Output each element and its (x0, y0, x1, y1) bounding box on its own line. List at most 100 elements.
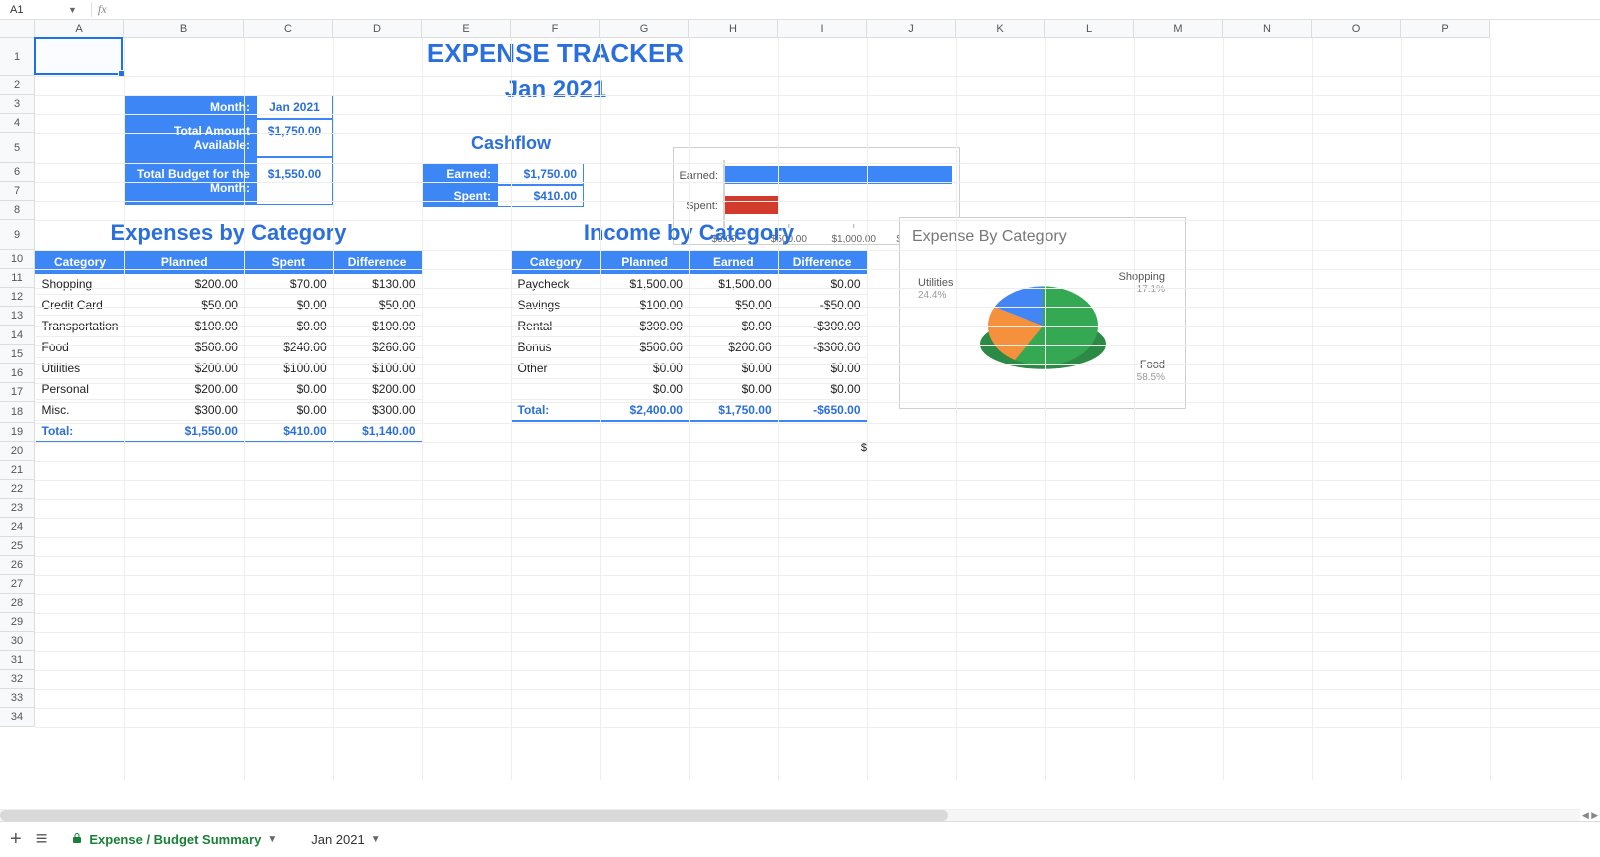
row-header-23[interactable]: 23 (0, 499, 35, 518)
row-header-12[interactable]: 12 (0, 288, 35, 307)
col-header-M[interactable]: M (1134, 20, 1223, 38)
col-header-O[interactable]: O (1312, 20, 1401, 38)
all-sheets-button[interactable]: ≡ (36, 828, 48, 851)
col-header-E[interactable]: E (422, 20, 511, 38)
row-header-20[interactable]: 20 (0, 442, 35, 461)
row-header-17[interactable]: 17 (0, 383, 35, 402)
row-header-34[interactable]: 34 (0, 708, 35, 727)
name-box-dropdown-icon[interactable]: ▼ (68, 5, 77, 15)
row-header-6[interactable]: 6 (0, 163, 35, 182)
table-row[interactable]: Shopping$200.00$70.00$130.00 (36, 274, 422, 295)
col-header-B[interactable]: B (124, 20, 244, 38)
sheet-subtitle: Jan 2021 (244, 76, 867, 95)
row-header-8[interactable]: 8 (0, 201, 35, 220)
summary-avail-value[interactable]: $1,750.00 (256, 119, 333, 157)
col-header-J[interactable]: J (867, 20, 956, 38)
row-header-2[interactable]: 2 (0, 76, 35, 95)
row-header-7[interactable]: 7 (0, 182, 35, 201)
sheet-tab-summary-label: Expense / Budget Summary (89, 832, 261, 847)
chevron-down-icon[interactable]: ▼ (267, 834, 277, 845)
summary-box: Month:Jan 2021 Total Amount Available:$1… (124, 95, 333, 205)
row-header-21[interactable]: 21 (0, 461, 35, 480)
row-header-31[interactable]: 31 (0, 651, 35, 670)
row-header-19[interactable]: 19 (0, 423, 35, 442)
row-header-27[interactable]: 27 (0, 575, 35, 594)
row-header-29[interactable]: 29 (0, 613, 35, 632)
name-box[interactable]: A1 (4, 4, 60, 16)
row-headers[interactable]: 1234567891011121314151617181920212223242… (0, 38, 35, 727)
svg-text:Food: Food (1140, 359, 1165, 371)
row-header-1[interactable]: 1 (0, 38, 35, 76)
cells-area[interactable]: EXPENSE TRACKER Jan 2021 Month:Jan 2021 … (35, 38, 1600, 780)
table-row[interactable]: Food$500.00$240.00$260.00 (36, 337, 422, 358)
row-header-25[interactable]: 25 (0, 537, 35, 556)
col-header: Category (512, 251, 601, 274)
expense-pie-chart[interactable]: Expense By Category Shopping17.1%Food58.… (899, 217, 1186, 409)
row-header-33[interactable]: 33 (0, 689, 35, 708)
col-header-F[interactable]: F (511, 20, 600, 38)
expenses-table[interactable]: CategoryPlannedSpentDifferenceShopping$2… (35, 250, 422, 443)
select-all-corner[interactable] (0, 20, 35, 38)
col-header-G[interactable]: G (600, 20, 689, 38)
row-header-32[interactable]: 32 (0, 670, 35, 689)
col-header-K[interactable]: K (956, 20, 1045, 38)
row-header-18[interactable]: 18 (0, 402, 35, 423)
add-sheet-button[interactable]: + (10, 828, 22, 851)
col-header-A[interactable]: A (35, 20, 124, 38)
col-header: Earned (689, 251, 778, 274)
col-header: Planned (600, 251, 689, 274)
col-header: Difference (333, 251, 422, 274)
sheet-tab-bar: + ≡ Expense / Budget Summary ▼ Jan 2021 … (0, 821, 1600, 857)
summary-budget-value[interactable]: $1,550.00 (256, 157, 333, 205)
row-header-26[interactable]: 26 (0, 556, 35, 575)
svg-text:Shopping: Shopping (1119, 271, 1166, 283)
row-header-5[interactable]: 5 (0, 133, 35, 163)
col-header-L[interactable]: L (1045, 20, 1134, 38)
scrollbar-thumb[interactable] (0, 810, 948, 821)
scroll-arrows[interactable]: ◀ ▶ (1580, 809, 1600, 821)
col-header-H[interactable]: H (689, 20, 778, 38)
row-header-22[interactable]: 22 (0, 480, 35, 499)
svg-text:58.5%: 58.5% (1137, 372, 1165, 383)
summary-month-value[interactable]: Jan 2021 (256, 95, 333, 119)
table-row[interactable]: Credit Card$50.00$0.00$50.00 (36, 295, 422, 316)
col-header-I[interactable]: I (778, 20, 867, 38)
col-header-C[interactable]: C (244, 20, 333, 38)
sheet-tab-summary[interactable]: Expense / Budget Summary ▼ (61, 826, 287, 853)
formula-input[interactable] (121, 0, 1596, 19)
sheet-title: EXPENSE TRACKER (244, 38, 867, 76)
summary-month-label: Month: (124, 95, 256, 119)
sheet-tab-jan2021-label: Jan 2021 (311, 832, 365, 847)
col-header: Category (36, 251, 125, 274)
row-header-11[interactable]: 11 (0, 269, 35, 288)
row-header-30[interactable]: 30 (0, 632, 35, 651)
row-header-16[interactable]: 16 (0, 364, 35, 383)
row-header-13[interactable]: 13 (0, 307, 35, 326)
row-header-4[interactable]: 4 (0, 114, 35, 133)
chevron-down-icon[interactable]: ▼ (371, 834, 381, 845)
table-row[interactable]: Utilities$200.00$100.00$100.00 (36, 358, 422, 379)
row-header-9[interactable]: 9 (0, 220, 35, 250)
row-header-28[interactable]: 28 (0, 594, 35, 613)
row-header-10[interactable]: 10 (0, 250, 35, 269)
col-header-N[interactable]: N (1223, 20, 1312, 38)
formula-bar: A1 ▼ fx (0, 0, 1600, 20)
table-row[interactable]: Personal$200.00$0.00$200.00 (36, 379, 422, 400)
col-header-P[interactable]: P (1401, 20, 1490, 38)
expenses-section-title: Expenses by Category (35, 220, 422, 250)
col-header: Planned (124, 251, 243, 274)
stray-cell[interactable]: $ (778, 442, 867, 461)
row-header-14[interactable]: 14 (0, 326, 35, 345)
row-header-15[interactable]: 15 (0, 345, 35, 364)
row-header-24[interactable]: 24 (0, 518, 35, 537)
spreadsheet-grid[interactable]: ABCDEFGHIJKLMNOP 12345678910111213141516… (0, 20, 1600, 780)
svg-text:17.1%: 17.1% (1137, 284, 1165, 295)
column-headers[interactable]: ABCDEFGHIJKLMNOP (35, 20, 1600, 38)
fx-icon: fx (91, 2, 113, 17)
active-cell-selection (34, 37, 123, 75)
sheet-tab-jan2021[interactable]: Jan 2021 ▼ (301, 826, 390, 853)
horizontal-scrollbar[interactable] (0, 809, 1580, 821)
row-header-3[interactable]: 3 (0, 95, 35, 114)
col-header: Difference (778, 251, 867, 274)
col-header-D[interactable]: D (333, 20, 422, 38)
